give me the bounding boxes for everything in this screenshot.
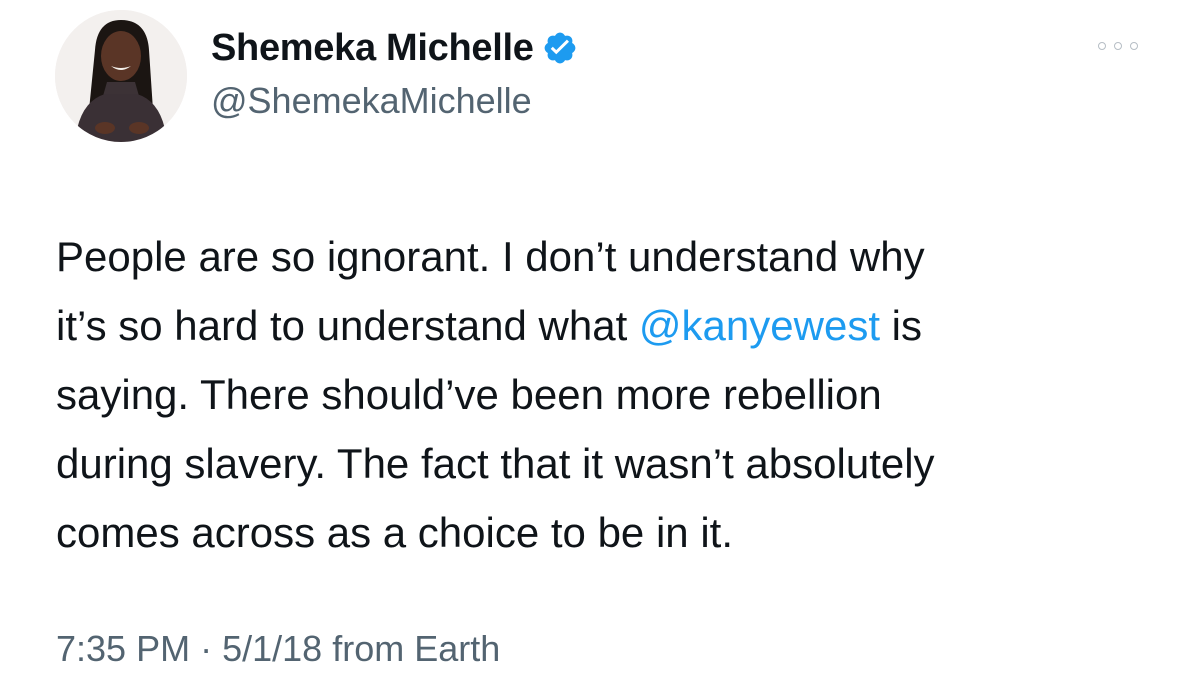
tweet-text: People are so ignorant. I don’t understa… — [56, 222, 1166, 567]
more-options-icon[interactable] — [1098, 38, 1138, 54]
author-row: Shemeka Michelle — [211, 24, 578, 72]
mention-link[interactable]: @kanyewest — [639, 302, 880, 349]
tweet-text-segment: comes across as a choice to be in it. — [56, 509, 733, 556]
tweet-text-segment: it’s so hard to understand what — [56, 302, 639, 349]
tweet-text-segment: is — [880, 302, 922, 349]
tweet-text-segment: saying. There should’ve been more rebell… — [56, 371, 882, 418]
tweet-line: saying. There should’ve been more rebell… — [56, 360, 1166, 429]
tweet-line: during slavery. The fact that it wasn’t … — [56, 429, 1166, 498]
more-dot — [1098, 42, 1106, 50]
tweet-text-segment: during slavery. The fact that it wasn’t … — [56, 440, 935, 487]
tweet-card[interactable]: Shemeka Michelle @ShemekaMichelle People… — [0, 0, 1200, 696]
tweet-line: People are so ignorant. I don’t understa… — [56, 222, 1166, 291]
author-display-name[interactable]: Shemeka Michelle — [211, 27, 534, 70]
tweet-line: comes across as a choice to be in it. — [56, 498, 1166, 567]
tweet-line: it’s so hard to understand what @kanyewe… — [56, 291, 1166, 360]
tweet-source: from Earth — [332, 628, 501, 669]
author-handle[interactable]: @ShemekaMichelle — [211, 80, 532, 122]
avatar[interactable] — [55, 10, 187, 142]
tweet-meta: 7:35 PM · 5/1/18 from Earth — [56, 628, 500, 670]
tweet-text-segment: People are so ignorant. I don’t understa… — [56, 233, 925, 280]
more-dot — [1130, 42, 1138, 50]
tweet-date[interactable]: 5/1/18 — [222, 628, 322, 669]
more-dot — [1114, 42, 1122, 50]
meta-separator: · — [200, 628, 213, 669]
tweet-time[interactable]: 7:35 PM — [56, 628, 190, 669]
avatar-image — [55, 10, 187, 142]
verified-badge-icon — [542, 30, 578, 66]
